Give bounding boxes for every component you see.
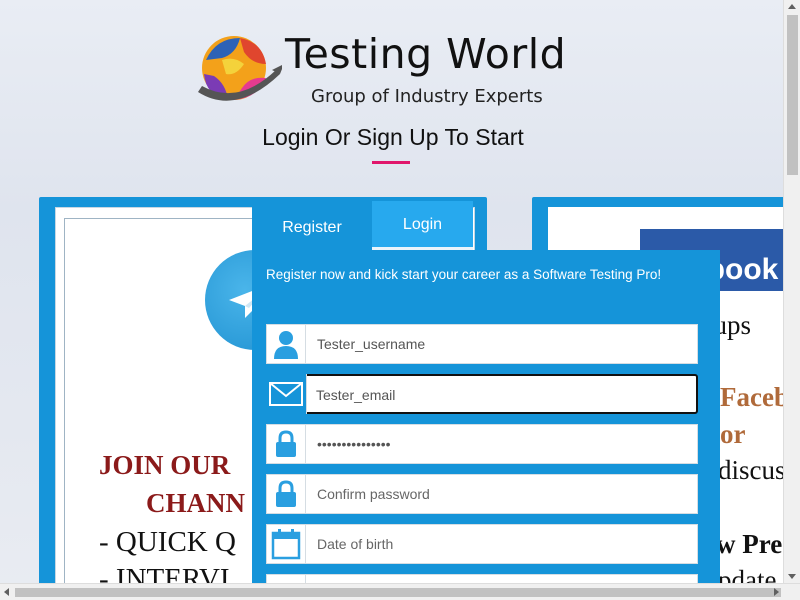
scroll-down-arrow-icon[interactable] [788,574,796,579]
promo-line: w Pre [716,529,783,559]
username-input[interactable] [307,325,697,363]
confirm-password-field[interactable] [266,474,698,514]
page-heading: Login Or Sign Up To Start [262,124,524,150]
vertical-scroll-thumb[interactable] [787,15,798,175]
scroll-left-arrow-icon[interactable] [4,588,9,596]
brand-title: Testing World [285,30,567,78]
date-of-birth-field[interactable] [266,524,698,564]
brand-tagline: Group of Industry Experts [311,86,543,107]
promo-line: or [720,419,746,449]
brand-logo: Testing World Group of Industry Experts [196,30,596,115]
promo-channel-text: CHANN [146,488,245,518]
form-intro-text: Register now and kick start your career … [266,267,662,282]
password-input[interactable] [307,425,697,463]
horizontal-scroll-thumb[interactable] [15,588,781,597]
envelope-icon [266,374,307,414]
vertical-scrollbar[interactable] [783,0,800,583]
lock-icon [267,425,306,463]
promo-join-text: JOIN OUR [99,450,231,480]
promo-line: discus [718,455,786,485]
heading-underline [372,161,410,164]
puzzle-globe-logo-icon [198,36,282,101]
tab-login[interactable]: Login [372,201,473,250]
date-of-birth-input[interactable] [307,525,697,563]
promo-line: Faceb [720,382,789,412]
horizontal-scrollbar[interactable] [0,583,800,600]
username-field[interactable] [266,324,698,364]
scroll-up-arrow-icon[interactable] [788,4,796,9]
registration-form: Register now and kick start your career … [252,250,720,588]
user-icon [267,325,306,363]
scroll-right-arrow-icon[interactable] [774,588,779,596]
password-field[interactable] [266,424,698,464]
confirm-password-input[interactable] [307,475,697,513]
email-field[interactable] [266,374,698,414]
calendar-icon [267,525,306,563]
promo-bullet: - QUICK Q [99,526,236,558]
email-input[interactable] [306,376,696,414]
lock-icon [267,475,306,513]
tab-register[interactable]: Register [252,201,372,250]
